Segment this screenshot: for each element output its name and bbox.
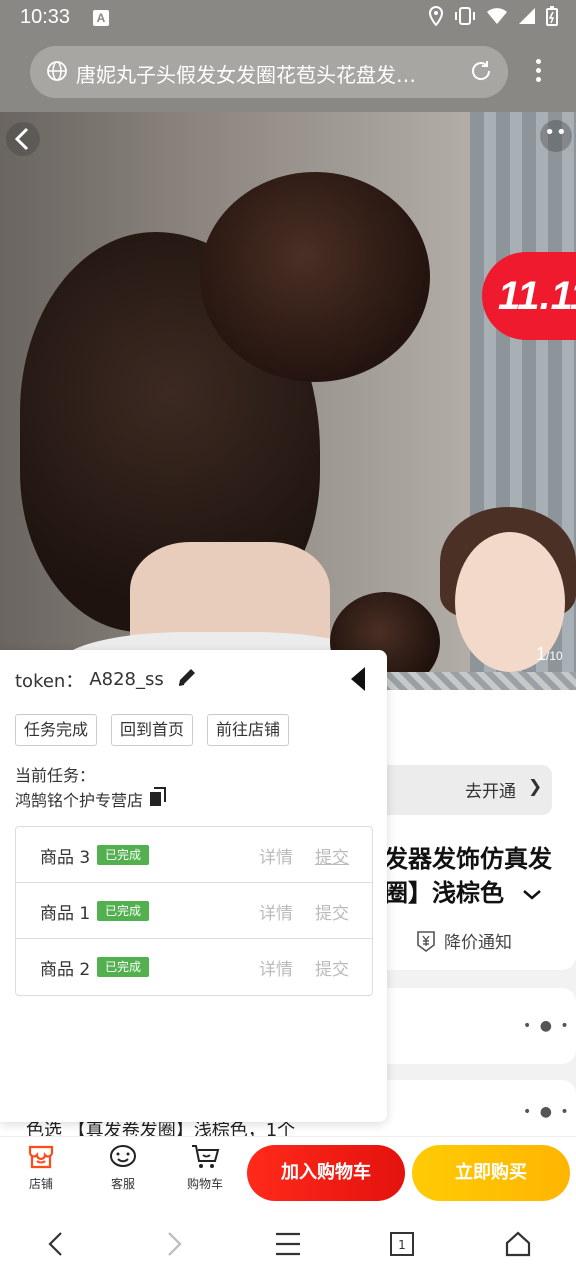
status-icons <box>428 5 558 30</box>
more-dots-icon: • ● • <box>523 1018 571 1034</box>
item-name: 商品 2 <box>40 960 91 980</box>
browser-menu-icon[interactable] <box>528 56 548 88</box>
submit-link[interactable]: 提交 <box>315 843 349 868</box>
image-counter: 1/10 <box>536 644 563 664</box>
shop-icon <box>28 1145 54 1169</box>
vibrate-icon <box>454 6 476 30</box>
location-icon <box>428 5 444 30</box>
back-home-button[interactable]: 回到首页 <box>111 714 194 746</box>
cart-button[interactable]: 购物车 <box>175 1143 235 1192</box>
nav-forward-icon[interactable] <box>162 1230 186 1262</box>
status-badge: 已完成 <box>97 901 150 921</box>
nav-home-icon[interactable] <box>504 1230 532 1262</box>
reload-icon[interactable] <box>468 58 494 88</box>
nav-menu-icon[interactable] <box>275 1230 301 1262</box>
submit-link[interactable]: 提交 <box>315 899 349 924</box>
item-name: 商品 1 <box>40 904 91 924</box>
globe-icon <box>46 60 68 86</box>
task-complete-button[interactable]: 任务完成 <box>15 714 98 746</box>
detail-link[interactable]: 详情 <box>259 899 293 924</box>
table-row: 商品 1 已完成 详情 提交 <box>16 883 372 939</box>
wifi-icon <box>486 7 508 29</box>
back-button[interactable] <box>6 122 40 156</box>
detail-link[interactable]: 详情 <box>259 955 293 980</box>
add-to-cart-button[interactable]: 加入购物车 <box>247 1145 405 1201</box>
product-image[interactable] <box>0 112 576 690</box>
battery-icon <box>546 6 558 30</box>
price-drop-notify[interactable]: 降价通知 <box>414 928 512 953</box>
table-row: 商品 2 已完成 详情 提交 <box>16 939 372 995</box>
url-text[interactable]: 唐妮丸子头假发女发圈花苞头花盘发… <box>76 59 456 88</box>
purchase-bar: 店铺 客服 购物车 加入购物车 立即购买 <box>0 1136 576 1208</box>
signal-icon <box>518 7 536 29</box>
nav-tabs-icon[interactable]: 1 <box>389 1230 415 1262</box>
browser-toolbar: 唐妮丸子头假发女发圈花苞头花盘发… <box>0 36 576 112</box>
vip-banner[interactable]: 去开通 ❯ <box>370 765 552 815</box>
more-dots-icon: • ● • <box>523 1104 571 1120</box>
expand-title-icon[interactable] <box>522 882 542 906</box>
collapse-panel-icon[interactable] <box>350 666 366 696</box>
browser-nav-bar: 1 <box>0 1208 576 1280</box>
go-shop-button[interactable]: 前往店铺 <box>207 714 290 746</box>
task-panel: token： A828_ss 任务完成 回到首页 前往店铺 当前任务： 鸿鹄铭个… <box>0 650 387 1122</box>
address-bar[interactable]: 唐妮丸子头假发女发圈花苞头花盘发… <box>30 46 508 98</box>
buy-now-button[interactable]: 立即购买 <box>412 1145 570 1201</box>
shop-button[interactable]: 店铺 <box>11 1143 71 1192</box>
table-row: 商品 3 已完成 详情 提交 <box>16 827 372 883</box>
status-badge: 已完成 <box>97 957 150 977</box>
chevron-right-icon: ❯ <box>528 777 543 797</box>
edit-icon[interactable] <box>176 666 198 693</box>
status-time: 10:33 <box>20 6 71 28</box>
current-shop: 鸿鹄铭个护专营店 <box>15 787 167 811</box>
more-options-icon[interactable]: •• <box>540 120 572 152</box>
submit-link[interactable]: 提交 <box>315 955 349 980</box>
cart-icon <box>192 1145 220 1168</box>
customer-service-button[interactable]: 客服 <box>93 1143 153 1192</box>
detail-link[interactable]: 详情 <box>259 843 293 868</box>
task-item-table: 商品 3 已完成 详情 提交 商品 1 已完成 详情 提交 商品 2 已完成 详… <box>15 826 373 996</box>
svg-text:1: 1 <box>398 1238 406 1252</box>
status-bar: 10:33 A <box>0 0 576 36</box>
chat-smile-icon <box>110 1145 136 1167</box>
price-tag-icon <box>417 930 435 952</box>
vip-action-label[interactable]: 去开通 <box>465 777 516 802</box>
nav-back-icon[interactable] <box>44 1230 68 1262</box>
copy-icon[interactable] <box>149 787 167 811</box>
status-badge: 已完成 <box>97 845 150 865</box>
token-value: A828_ss <box>89 669 164 690</box>
token-row: token： A828_ss <box>15 666 198 693</box>
item-name: 商品 3 <box>40 848 91 868</box>
current-task-label: 当前任务： <box>15 766 96 785</box>
double-11-badge: 11.11 <box>482 252 576 340</box>
task-actions: 任务完成 回到首页 前往店铺 <box>15 714 290 746</box>
token-label: token： <box>15 670 84 692</box>
notification-icon: A <box>93 10 109 26</box>
